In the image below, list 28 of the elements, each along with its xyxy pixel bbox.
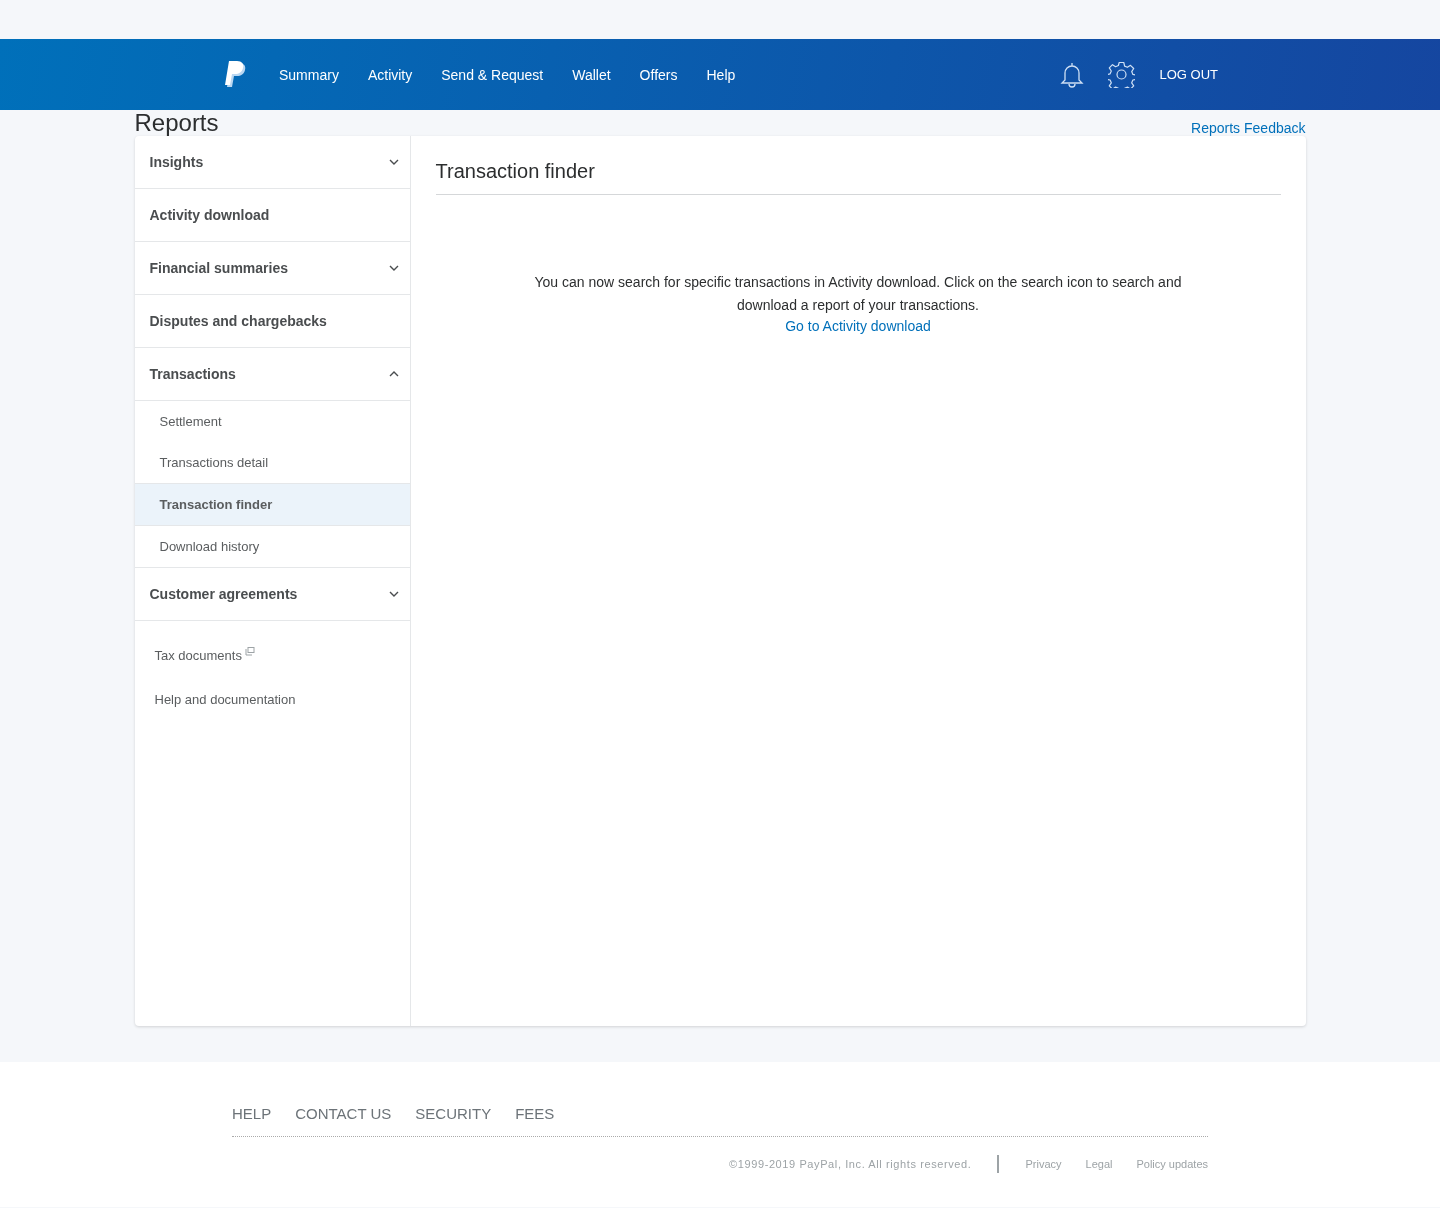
activity-download-link[interactable]: Go to Activity download bbox=[785, 318, 931, 334]
nav-link[interactable]: Summary bbox=[279, 66, 339, 83]
sidebar-link[interactable]: Help and documentation bbox=[134, 677, 410, 721]
section-title: Transaction finder bbox=[435, 160, 1281, 195]
nav-link[interactable]: Offers bbox=[639, 66, 678, 83]
sidebar-section[interactable]: Financial summaries bbox=[134, 242, 410, 295]
footer-link[interactable]: HELP bbox=[232, 1105, 272, 1122]
footer-link[interactable]: SECURITY bbox=[415, 1105, 492, 1122]
nav-link[interactable]: Help bbox=[706, 66, 736, 83]
nav-link[interactable]: Send & Request bbox=[441, 66, 544, 83]
footer-link[interactable]: CONTACT US bbox=[295, 1105, 392, 1122]
logout-link[interactable]: LOG OUT bbox=[1159, 67, 1218, 82]
bell-icon[interactable] bbox=[1060, 61, 1085, 88]
sidebar-section[interactable]: Disputes and chargebacks bbox=[134, 295, 410, 348]
external-link-icon bbox=[244, 646, 255, 656]
sidebar-section[interactable]: Activity download bbox=[134, 189, 410, 242]
settings-icon[interactable] bbox=[1108, 61, 1136, 88]
nav-link[interactable]: Wallet bbox=[572, 66, 611, 83]
sidebar-section[interactable]: Customer agreements bbox=[134, 568, 410, 621]
sidebar-section[interactable]: Insights bbox=[134, 136, 410, 189]
sidebar-item[interactable]: Transaction finder bbox=[134, 483, 410, 526]
feedback-link[interactable]: Reports Feedback bbox=[1191, 120, 1306, 136]
copyright-text: ©1999-2019 PayPal, Inc. All rights reserved. bbox=[729, 1158, 972, 1170]
nav-link[interactable]: Activity bbox=[367, 66, 413, 83]
page-title: Reports bbox=[134, 110, 219, 136]
info-message: You can now search for specific transactions in Activity download. Click on the search icon to search and download a report of your transactions. bbox=[533, 273, 1183, 315]
sidebar-link[interactable]: Tax documents bbox=[134, 633, 410, 677]
footer-link[interactable]: FEES bbox=[515, 1105, 555, 1122]
